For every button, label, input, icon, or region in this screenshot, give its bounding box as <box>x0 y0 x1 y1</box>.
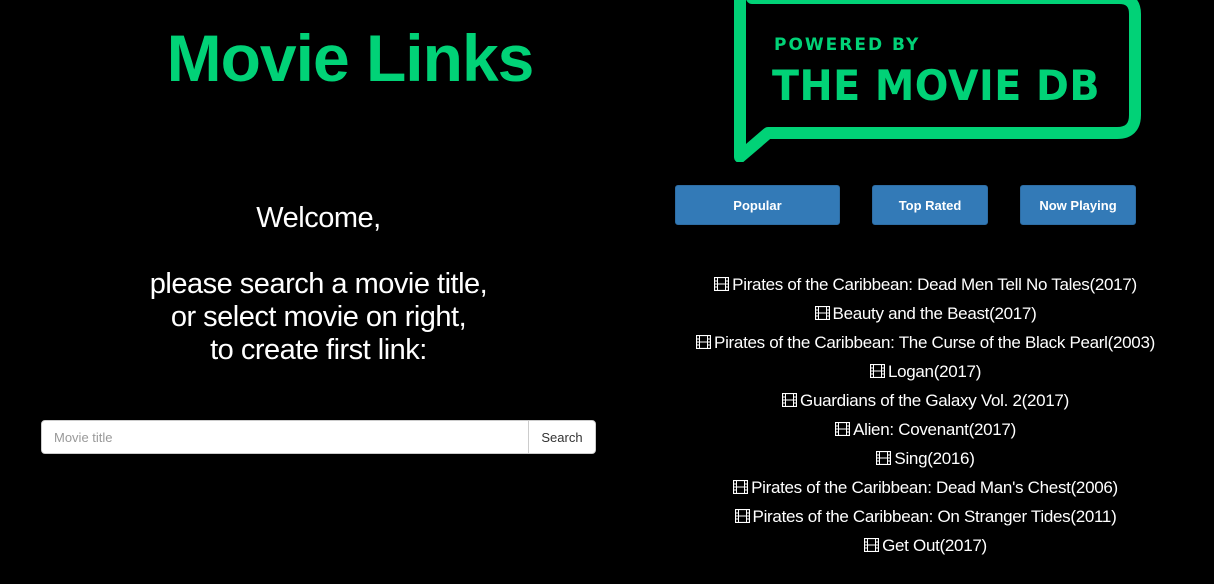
category-buttons: Popular Top Rated Now Playing <box>637 185 1214 225</box>
film-icon <box>714 277 730 291</box>
movie-title: Pirates of the Caribbean: On Stranger Ti… <box>752 507 1117 526</box>
left-panel: Movie Links Welcome, please search a mov… <box>0 0 637 584</box>
welcome-line-3: to create first link: <box>210 334 427 366</box>
film-icon <box>864 538 880 552</box>
movie-list-item[interactable]: Alien: Covenant(2017) <box>637 415 1214 444</box>
popular-button[interactable]: Popular <box>675 185 840 225</box>
film-icon <box>869 364 885 378</box>
movie-list-item[interactable]: Pirates of the Caribbean: Dead Men Tell … <box>637 270 1214 299</box>
top-rated-button[interactable]: Top Rated <box>872 185 988 225</box>
welcome-line-1: please search a movie title, <box>149 268 488 300</box>
search-input[interactable] <box>42 421 528 453</box>
movie-list-item[interactable]: Logan(2017) <box>637 357 1214 386</box>
movie-list-item[interactable]: Pirates of the Caribbean: The Curse of t… <box>637 328 1214 357</box>
movie-list-item[interactable]: Sing(2016) <box>637 444 1214 473</box>
movie-title: Logan(2017) <box>887 362 982 381</box>
welcome-line-2: or select movie on right, <box>170 301 467 333</box>
movie-list-item[interactable]: Beauty and the Beast(2017) <box>637 299 1214 328</box>
tmdb-logo-wordmark: THE MOVIE DB <box>772 61 1100 110</box>
page-title: Movie Links <box>166 21 535 95</box>
right-panel: POWERED BY THE MOVIE DB Popular Top Rate… <box>637 0 1214 584</box>
welcome-message: Welcome, please search a movie title, or… <box>0 202 637 367</box>
film-icon <box>814 306 830 320</box>
movie-list-item[interactable]: Pirates of the Caribbean: Dead Man's Che… <box>637 473 1214 502</box>
movie-title: Get Out(2017) <box>882 536 987 555</box>
film-icon <box>782 393 798 407</box>
search-group: Search <box>41 420 596 454</box>
movie-title: Pirates of the Caribbean: The Curse of t… <box>714 333 1155 352</box>
movie-title: Pirates of the Caribbean: Dead Man's Che… <box>751 478 1118 497</box>
movie-title: Pirates of the Caribbean: Dead Men Tell … <box>732 275 1137 294</box>
movie-list: Pirates of the Caribbean: Dead Men Tell … <box>637 270 1214 560</box>
movie-list-item[interactable]: Pirates of the Caribbean: On Stranger Ti… <box>637 502 1214 531</box>
welcome-greeting: Welcome, <box>256 202 381 234</box>
movie-list-item[interactable]: Guardians of the Galaxy Vol. 2(2017) <box>637 386 1214 415</box>
tmdb-logo-powered-by: POWERED BY <box>774 35 920 55</box>
search-button[interactable]: Search <box>528 421 595 453</box>
movie-title: Sing(2016) <box>894 449 975 468</box>
tmdb-logo[interactable]: POWERED BY THE MOVIE DB <box>732 0 1147 162</box>
film-icon <box>835 422 851 436</box>
film-icon <box>696 335 712 349</box>
film-icon <box>733 480 749 494</box>
movie-title: Alien: Covenant(2017) <box>853 420 1016 439</box>
film-icon <box>876 451 892 465</box>
now-playing-button[interactable]: Now Playing <box>1020 185 1136 225</box>
movie-list-item[interactable]: Get Out(2017) <box>637 531 1214 560</box>
film-icon <box>734 509 750 523</box>
movie-title: Guardians of the Galaxy Vol. 2(2017) <box>800 391 1069 410</box>
page: Movie Links Welcome, please search a mov… <box>0 0 1214 584</box>
movie-title: Beauty and the Beast(2017) <box>832 304 1037 323</box>
